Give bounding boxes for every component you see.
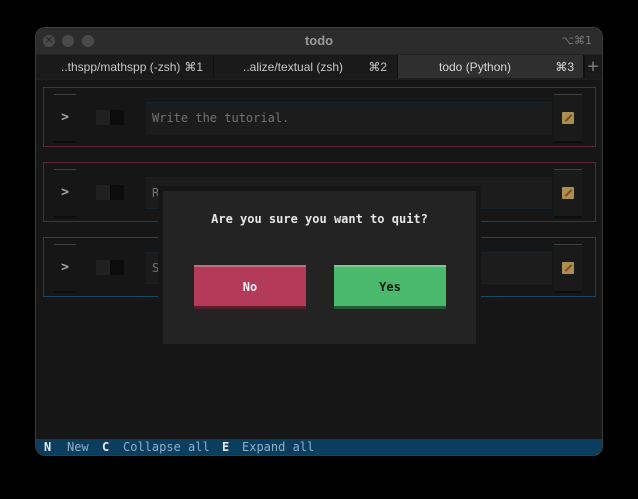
tab-shortcut: ⌘1 [184,60,203,74]
window-shortcut: ⌥⌘1 [561,34,592,47]
dialog-question: Are you sure you want to quit? [211,212,428,226]
footer-label-collapse[interactable]: Collapse all [123,439,210,455]
yes-button[interactable]: Yes [334,265,446,309]
tab-textual[interactable]: ..alize/textual (zsh) ⌘2 [214,55,398,78]
quit-dialog: Are you sure you want to quit? No Yes [158,186,481,349]
terminal-window: todo ⌥⌘1 ..thspp/mathspp (-zsh) ⌘1 ..ali… [35,27,603,456]
tab-label: ..thspp/mathspp (-zsh) [61,60,181,74]
tab-bar: ..thspp/mathspp (-zsh) ⌘1 ..alize/textua… [36,55,602,78]
tab-label: todo (Python) [439,60,512,74]
footer-key-expand[interactable]: E [222,439,229,455]
footer-bar: N New C Collapse all E Expand all [36,439,602,455]
tab-shortcut: ⌘2 [368,60,387,74]
footer-key-new[interactable]: N [44,439,51,455]
footer-key-collapse[interactable]: C [102,439,109,455]
footer-label-expand[interactable]: Expand all [242,439,314,455]
no-button[interactable]: No [194,265,306,309]
tab-mathspp[interactable]: ..thspp/mathspp (-zsh) ⌘1 [36,55,214,78]
title-bar: todo ⌥⌘1 [36,28,602,55]
tab-shortcut: ⌘3 [555,60,574,74]
footer-label-new[interactable]: New [67,439,89,455]
tab-todo[interactable]: todo (Python) ⌘3 [398,55,585,78]
tab-label: ..alize/textual (zsh) [243,60,344,74]
new-tab-button[interactable]: + [583,55,602,78]
window-title: todo [304,33,334,48]
